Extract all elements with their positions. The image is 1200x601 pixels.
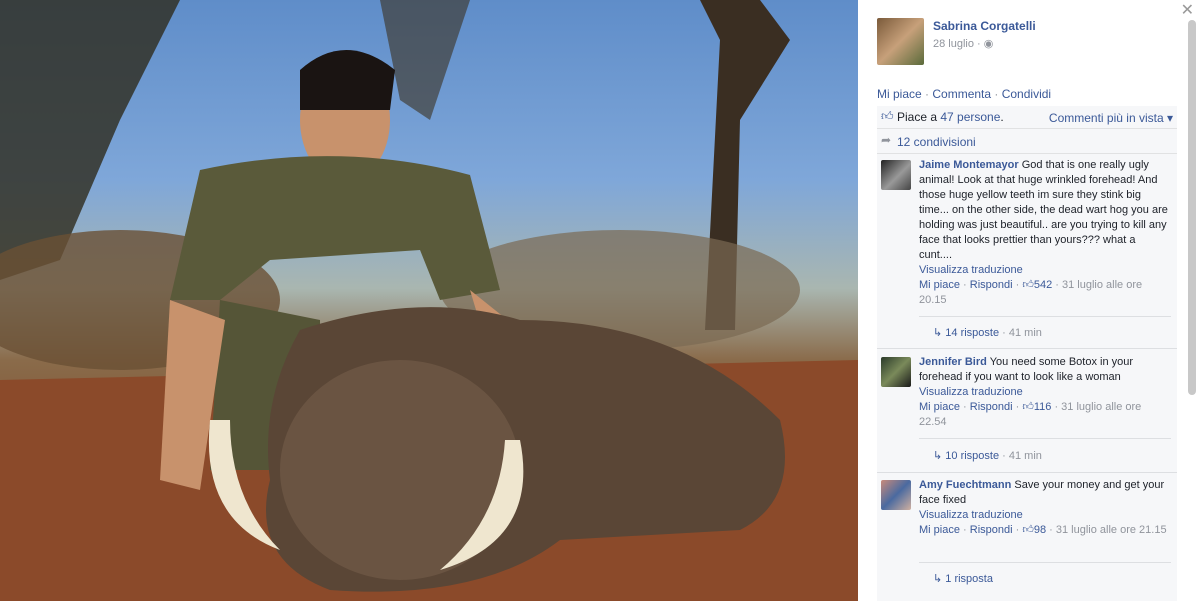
chevron-down-icon: ▾ bbox=[1163, 111, 1173, 125]
comment-text: God that is one really ugly animal! Look… bbox=[919, 159, 1168, 261]
replies-count: 14 risposte bbox=[945, 327, 1000, 339]
reply-arrow-icon: ↳ bbox=[933, 573, 946, 585]
divider bbox=[919, 438, 1171, 439]
comment-thumbs-up-icon: 👍︎ bbox=[1022, 401, 1034, 413]
translate-link[interactable]: Visualizza traduzione bbox=[919, 264, 1023, 276]
comment-body: Amy Fuechtmann Save your money and get y… bbox=[919, 479, 1167, 536]
reply-arrow-icon: ↳ bbox=[933, 450, 946, 462]
author-name[interactable]: Sabrina Corgatelli bbox=[933, 19, 1036, 33]
comment-divider bbox=[877, 348, 1177, 349]
like-link[interactable]: Mi piace bbox=[877, 87, 922, 101]
likes-suffix: . bbox=[1000, 110, 1004, 124]
divider bbox=[919, 316, 1171, 317]
commenter-avatar[interactable] bbox=[881, 357, 911, 387]
shares-row: ➦ 12 condivisioni bbox=[877, 129, 1177, 154]
comment-reply-link[interactable]: Rispondi bbox=[970, 524, 1013, 536]
post-header: Sabrina Corgatelli 28 luglio · ◉ bbox=[877, 18, 1036, 65]
close-icon[interactable]: ✕ bbox=[1181, 0, 1194, 20]
commenter-name[interactable]: Jaime Montemayor bbox=[919, 159, 1019, 171]
commenter-name[interactable]: Jennifer Bird bbox=[919, 356, 987, 368]
replies-count: 1 risposta bbox=[945, 573, 993, 585]
comment-like-count[interactable]: 98 bbox=[1034, 524, 1046, 536]
replies-time: 41 min bbox=[1008, 327, 1042, 339]
thumbs-up-icon: 👍︎ bbox=[881, 109, 894, 123]
sort-label: Commenti più in vista bbox=[1048, 111, 1164, 125]
commenter-avatar[interactable] bbox=[881, 480, 911, 510]
view-replies[interactable]: ↳ 14 risposte · 41 min bbox=[933, 326, 1042, 341]
comment: Jaime Montemayor God that is one really … bbox=[877, 158, 1177, 343]
post-date-text[interactable]: 28 luglio bbox=[933, 38, 974, 50]
comment-like-link[interactable]: Mi piace bbox=[919, 279, 960, 291]
scrollbar[interactable] bbox=[1188, 20, 1196, 395]
comment-reply-link[interactable]: Rispondi bbox=[970, 401, 1013, 413]
view-replies[interactable]: ↳ 1 risposta bbox=[933, 572, 993, 587]
commenter-avatar[interactable] bbox=[881, 160, 911, 190]
comment-body: Jennifer Bird You need some Botox in you… bbox=[919, 356, 1142, 428]
post-side-panel: ✕ Sabrina Corgatelli 28 luglio · ◉ Mi pi… bbox=[858, 0, 1200, 601]
comment-like-link[interactable]: Mi piace bbox=[919, 401, 960, 413]
likes-prefix: Piace a bbox=[897, 110, 941, 124]
post-date: 28 luglio · ◉ bbox=[933, 37, 993, 50]
comment: Jennifer Bird You need some Botox in you… bbox=[877, 355, 1177, 467]
comment-divider bbox=[877, 472, 1177, 473]
author-avatar[interactable] bbox=[877, 18, 924, 65]
reply-arrow-icon: ↳ bbox=[933, 327, 946, 339]
likes-count-link[interactable]: 47 persone bbox=[940, 110, 1000, 124]
divider bbox=[919, 562, 1171, 563]
view-replies[interactable]: ↳ 10 risposte · 41 min bbox=[933, 449, 1042, 464]
commenter-name[interactable]: Amy Fuechtmann bbox=[919, 479, 1011, 491]
replies-count: 10 risposte bbox=[945, 450, 1000, 462]
replies-time: 41 min bbox=[1008, 450, 1042, 462]
share-link[interactable]: Condividi bbox=[1002, 87, 1051, 101]
comment-body: Jaime Montemayor God that is one really … bbox=[919, 159, 1168, 306]
sort-comments-dropdown[interactable]: Commenti più in vista ▾ bbox=[1049, 111, 1173, 125]
comment-like-link[interactable]: Mi piace bbox=[919, 524, 960, 536]
globe-icon: · ◉ bbox=[977, 38, 994, 50]
comment-reply-link[interactable]: Rispondi bbox=[970, 279, 1013, 291]
translate-link[interactable]: Visualizza traduzione bbox=[919, 386, 1023, 398]
comment-like-count[interactable]: 542 bbox=[1034, 279, 1052, 291]
comment-link[interactable]: Commenta bbox=[932, 87, 991, 101]
comment-thumbs-up-icon: 👍︎ bbox=[1022, 524, 1034, 536]
comment-like-count[interactable]: 116 bbox=[1034, 401, 1052, 413]
feedback-box: 👍︎ Piace a 47 persone. Commenti più in v… bbox=[877, 106, 1177, 601]
post-actions: Mi piace · Commenta · Condividi bbox=[877, 87, 1052, 101]
photo-illustration bbox=[0, 0, 858, 601]
post-photo[interactable] bbox=[0, 0, 858, 601]
likes-row: 👍︎ Piace a 47 persone. Commenti più in v… bbox=[877, 106, 1177, 129]
translate-link[interactable]: Visualizza traduzione bbox=[919, 509, 1023, 521]
comment-thumbs-up-icon: 👍︎ bbox=[1022, 279, 1034, 291]
share-arrow-icon: ➦ bbox=[881, 133, 892, 147]
comment-time[interactable]: 31 luglio alle ore 21.15 bbox=[1056, 524, 1167, 536]
shares-link[interactable]: 12 condivisioni bbox=[897, 135, 976, 149]
comment: Amy Fuechtmann Save your money and get y… bbox=[877, 478, 1177, 593]
